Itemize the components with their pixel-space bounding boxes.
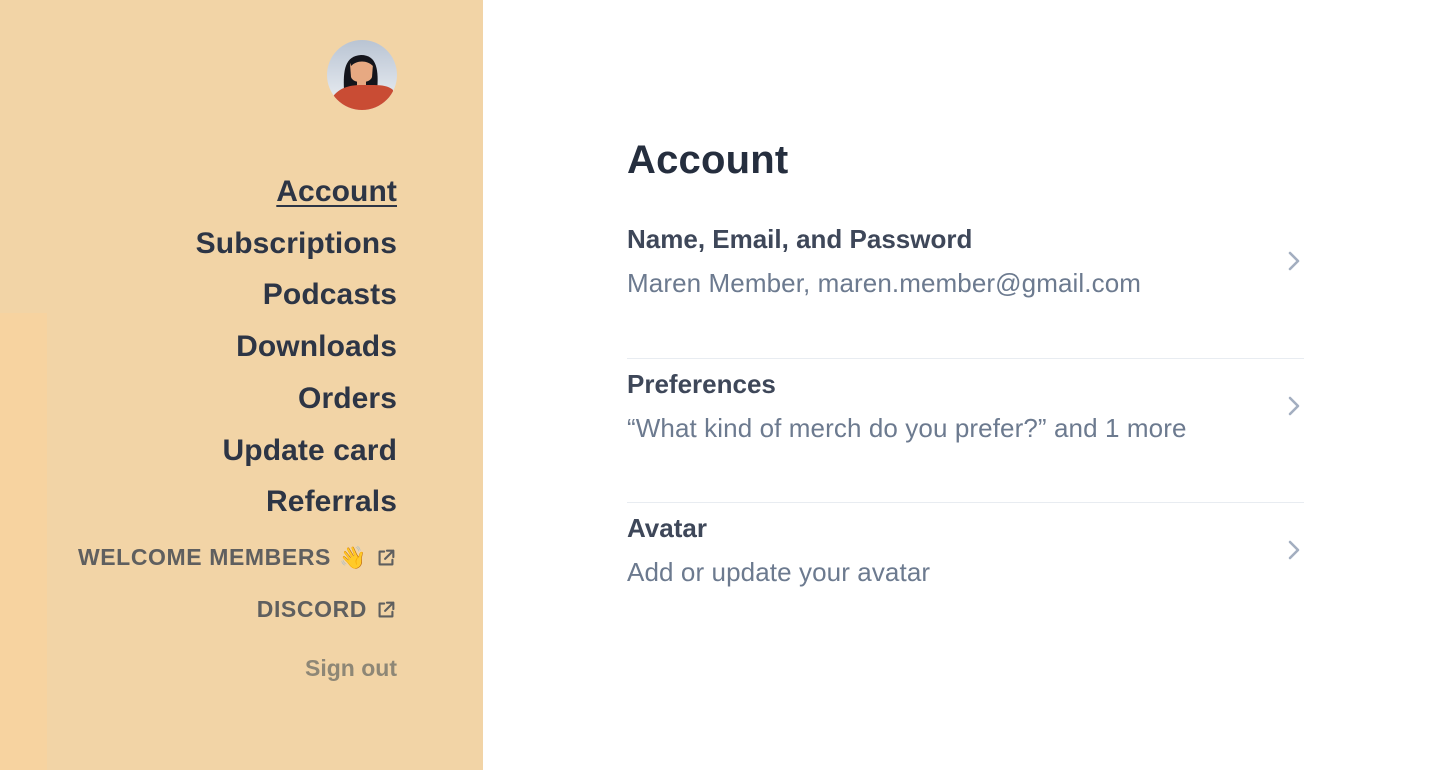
- sidebar-item-referrals[interactable]: Referrals: [266, 476, 397, 528]
- row-subtitle: Add or update your avatar: [627, 557, 931, 587]
- sidebar-item-orders[interactable]: Orders: [298, 373, 397, 425]
- avatar[interactable]: [327, 40, 397, 110]
- discord-link[interactable]: DISCORD: [257, 584, 397, 636]
- sidebar-item-podcasts[interactable]: Podcasts: [263, 269, 397, 321]
- welcome-members-link[interactable]: WELCOME MEMBERS 👋: [78, 532, 397, 584]
- sidebar-item-update-card[interactable]: Update card: [223, 425, 397, 477]
- settings-row-avatar[interactable]: Avatar Add or update your avatar: [627, 503, 1304, 648]
- sidebar-item-downloads[interactable]: Downloads: [236, 321, 397, 373]
- settings-row-name-email-password[interactable]: Name, Email, and Password Maren Member, …: [627, 214, 1304, 359]
- external-link-icon: [378, 549, 395, 566]
- sidebar-item-account[interactable]: Account: [276, 166, 397, 218]
- chevron-right-icon: [1288, 540, 1300, 560]
- external-link-icon: [378, 601, 395, 618]
- avatar-illustration-icon: [327, 40, 397, 110]
- waving-hand-icon: 👋: [339, 544, 367, 570]
- row-subtitle: Maren Member, maren.member@gmail.com: [627, 268, 1142, 298]
- sidebar-nav: Account Subscriptions Podcasts Downloads…: [0, 166, 397, 688]
- page-title: Account: [627, 138, 789, 182]
- sign-out-button[interactable]: Sign out: [305, 648, 397, 688]
- chevron-right-icon: [1288, 251, 1300, 271]
- row-title: Avatar: [627, 513, 707, 543]
- sidebar: Account Subscriptions Podcasts Downloads…: [0, 0, 483, 770]
- row-title: Preferences: [627, 368, 776, 399]
- chevron-right-icon: [1288, 396, 1300, 415]
- welcome-members-label: WELCOME MEMBERS: [77, 544, 331, 571]
- settings-list: Name, Email, and Password Maren Member, …: [627, 214, 1304, 648]
- settings-row-preferences[interactable]: Preferences “What kind of merch do you p…: [627, 359, 1304, 503]
- row-title: Name, Email, and Password: [627, 224, 973, 254]
- discord-label: DISCORD: [256, 596, 367, 623]
- sidebar-item-subscriptions[interactable]: Subscriptions: [196, 218, 397, 270]
- row-subtitle: “What kind of merch do you prefer?” and …: [627, 412, 1187, 443]
